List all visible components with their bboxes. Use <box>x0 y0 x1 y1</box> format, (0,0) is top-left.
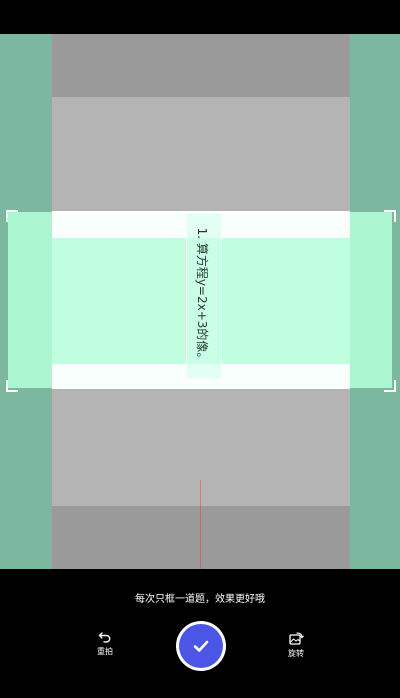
rotate-icon <box>289 632 304 645</box>
top-bar <box>0 0 400 34</box>
check-icon <box>193 640 209 652</box>
crop-handle-top-right[interactable] <box>384 210 396 222</box>
confirm-button[interactable] <box>176 621 226 671</box>
retake-label: 重拍 <box>97 647 113 656</box>
hint-text: 每次只框一道题，效果更好哦 <box>135 594 265 605</box>
rotate-button[interactable]: 旋转 <box>276 630 316 659</box>
background-surface <box>52 389 350 506</box>
crop-handle-top-left[interactable] <box>6 210 18 222</box>
background-surface <box>52 506 350 569</box>
background-surface <box>52 34 350 97</box>
crop-handle-bottom-right[interactable] <box>384 380 396 392</box>
crop-handle-bottom-left[interactable] <box>6 380 18 392</box>
question-text: 1. 算方程y=2x+3的像。 <box>195 227 209 365</box>
background-surface <box>52 97 350 211</box>
rotate-label: 旋转 <box>288 649 304 658</box>
camera-preview: 1. 算方程y=2x+3的像。 <box>0 34 400 569</box>
center-guide-line <box>200 480 201 569</box>
undo-icon <box>98 632 111 643</box>
confirm-button-inner <box>179 624 223 668</box>
retake-button[interactable]: 重拍 <box>85 630 125 657</box>
